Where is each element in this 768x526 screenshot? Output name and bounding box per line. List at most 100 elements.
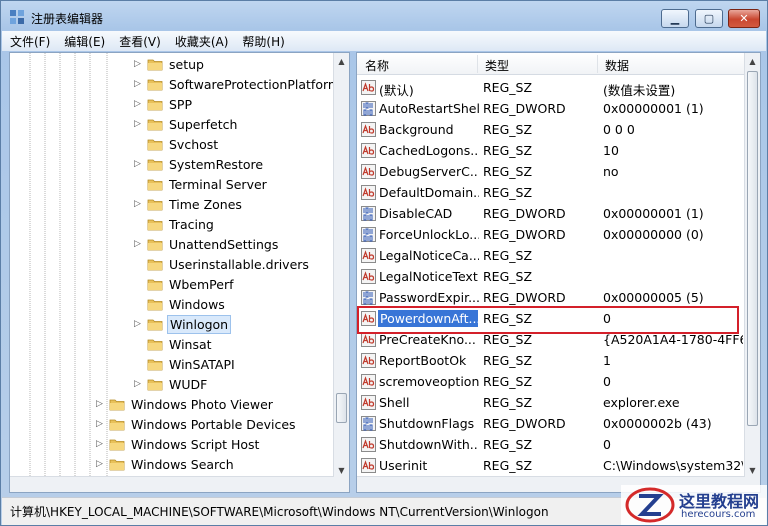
window-title: 注册表编辑器 [31,12,104,26]
expand-arrow-icon[interactable]: ▷ [134,379,144,389]
value-row[interactable]: DisableCAD REG_DWORD 0x00000001 (1) [357,203,745,224]
tree-item[interactable]: ▷ Time Zones [134,194,244,214]
close-button[interactable]: ✕ [728,9,760,28]
column-header-type[interactable]: 类型 [485,57,509,74]
title-bar[interactable]: 注册表编辑器 ▁ ▢ ✕ [1,1,767,31]
value-row[interactable]: LegalNoticeText REG_SZ [357,266,745,287]
tree-item-label: SPP [169,96,193,112]
tree-item-label: Time Zones [169,196,242,212]
tree-item[interactable]: WinSATAPI [134,354,237,374]
folder-icon [147,79,163,90]
folder-icon [147,59,163,70]
string-value-icon [361,248,376,263]
minimize-button[interactable]: ▁ [661,9,689,28]
value-row[interactable]: (默认) REG_SZ (数值未设置) [357,77,745,98]
tree-item[interactable]: ▷ Windows Script Host [96,434,261,454]
menu-help[interactable]: 帮助(H) [242,33,284,50]
expand-arrow-icon[interactable]: ▷ [134,239,144,249]
folder-icon [147,239,163,250]
folder-icon [147,379,163,390]
value-row[interactable]: AutoRestartShell REG_DWORD 0x00000001 (1) [357,98,745,119]
tree-item[interactable]: Windows [134,294,227,314]
value-name: Userinit [379,458,428,473]
scroll-down-icon[interactable]: ▼ [745,462,760,478]
tree-item[interactable]: ▷ Windows Photo Viewer [96,394,275,414]
value-row[interactable]: ShutdownWith... REG_SZ 0 [357,434,745,455]
menu-file[interactable]: 文件(F) [10,33,50,50]
tree-item[interactable]: Winsat [134,334,214,354]
expand-arrow-icon[interactable]: ▷ [134,199,144,209]
value-row[interactable]: DefaultDomain... REG_SZ [357,182,745,203]
tree-item[interactable]: Svchost [134,134,220,154]
tree-horizontal-scrollbar[interactable] [10,476,334,492]
value-row[interactable]: LegalNoticeCa... REG_SZ [357,245,745,266]
value-name: ShutdownWith... [379,437,479,452]
value-row[interactable]: PasswordExpir... REG_DWORD 0x00000005 (5) [357,287,745,308]
maximize-button[interactable]: ▢ [695,9,723,28]
value-type: REG_SZ [483,143,533,158]
value-name: LegalNoticeText [379,269,478,284]
value-row[interactable]: CachedLogons... REG_SZ 10 [357,140,745,161]
expand-arrow-icon[interactable]: ▷ [134,119,144,129]
tree-item-label: Tracing [169,216,214,232]
expand-arrow-icon[interactable]: ▷ [134,159,144,169]
tree-item[interactable]: ▷ WUDF [134,374,209,394]
string-value-icon [361,164,376,179]
list-vertical-scrollbar[interactable]: ▲ ▼ [744,53,760,492]
expand-arrow-icon[interactable]: ▷ [134,319,144,329]
column-divider[interactable] [597,55,598,73]
tree-item[interactable]: ▷ Windows Portable Devices [96,414,298,434]
tree-item[interactable]: ▷ Superfetch [134,114,239,134]
expand-arrow-icon[interactable]: ▷ [134,99,144,109]
expand-arrow-icon[interactable]: ▷ [134,59,144,69]
tree-item[interactable]: ▷ Windows Search [96,454,236,474]
tree-item-label: WinSATAPI [169,356,235,372]
menu-bar: 文件(F) 编辑(E) 查看(V) 收藏夹(A) 帮助(H) [2,31,766,51]
value-list-pane[interactable]: 名称 类型 数据 (默认) REG_SZ (数值未设置) AutoRestartShe… [356,52,761,493]
value-row[interactable]: Shell REG_SZ explorer.exe [357,392,745,413]
expand-arrow-icon[interactable]: ▷ [96,419,106,429]
tree-item[interactable]: ▷ Winlogon [134,314,232,334]
value-row[interactable]: ForceUnlockLo... REG_DWORD 0x00000000 (0) [357,224,745,245]
menu-edit[interactable]: 编辑(E) [64,33,105,50]
value-row[interactable]: ReportBootOk REG_SZ 1 [357,350,745,371]
key-tree-pane[interactable]: ▷ setup ▷ SoftwareProtectionPlatform ▷ SPP ▷ Su… [9,52,350,493]
value-row[interactable]: Background REG_SZ 0 0 0 [357,119,745,140]
scroll-down-icon[interactable]: ▼ [334,462,349,478]
menu-view[interactable]: 查看(V) [119,33,161,50]
expand-arrow-icon[interactable]: ▷ [96,399,106,409]
tree-item[interactable]: Terminal Server [134,174,269,194]
menu-favorites[interactable]: 收藏夹(A) [175,33,229,50]
tree-item[interactable]: Userinstallable.drivers [134,254,311,274]
tree-item[interactable]: WbemPerf [134,274,235,294]
annotation-highlight-box [357,306,739,334]
value-row[interactable]: scremoveoption REG_SZ 0 [357,371,745,392]
column-header-name[interactable]: 名称 [365,57,389,74]
expand-arrow-icon[interactable]: ▷ [96,439,106,449]
tree-item-label: Winsat [169,336,212,352]
folder-icon [147,139,163,150]
value-type: REG_DWORD [483,290,566,305]
column-header-data[interactable]: 数据 [605,57,629,74]
scroll-up-icon[interactable]: ▲ [334,53,349,69]
value-name: LegalNoticeCa... [379,248,479,263]
tree-scroll-thumb[interactable] [336,393,347,423]
list-scroll-thumb[interactable] [747,71,758,426]
value-row[interactable]: Userinit REG_SZ C:\Windows\system32\u [357,455,745,476]
scroll-up-icon[interactable]: ▲ [745,53,760,69]
value-row[interactable]: ShutdownFlags REG_DWORD 0x0000002b (43) [357,413,745,434]
expand-arrow-icon[interactable]: ▷ [96,459,106,469]
tree-item[interactable]: ▷ SoftwareProtectionPlatform [134,74,342,94]
tree-item[interactable]: ▷ UnattendSettings [134,234,280,254]
value-data: explorer.exe [603,395,680,410]
tree-item[interactable]: ▷ SPP [134,94,194,114]
tree-item[interactable]: ▷ setup [134,54,206,74]
value-row[interactable]: DebugServerC... REG_SZ no [357,161,745,182]
column-divider[interactable] [477,55,478,73]
tree-item[interactable]: ▷ SystemRestore [134,154,265,174]
expand-arrow-icon[interactable]: ▷ [134,79,144,89]
tree-vertical-scrollbar[interactable]: ▲ ▼ [333,53,349,492]
value-name: Background [379,122,454,137]
minimize-icon: ▁ [670,12,680,25]
tree-item[interactable]: Tracing [134,214,216,234]
